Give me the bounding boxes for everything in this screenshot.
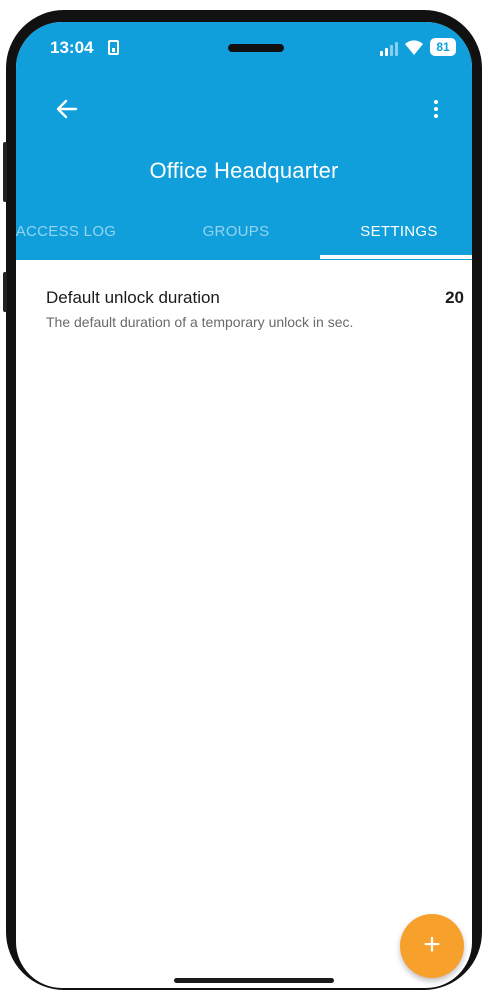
more-vertical-icon[interactable] [430, 96, 442, 122]
app-bar: 13:04 81 Office Headquarter ACCESS LOG G… [16, 22, 472, 260]
status-bar: 13:04 81 [16, 36, 472, 60]
add-button[interactable]: + [400, 914, 464, 978]
plus-icon: + [423, 928, 441, 961]
tab-access-log[interactable]: ACCESS LOG [16, 212, 126, 260]
tab-bar: ACCESS LOG GROUPS SETTINGS [16, 212, 472, 260]
wifi-icon [405, 40, 423, 55]
arrow-left-icon[interactable] [54, 96, 80, 122]
tab-groups[interactable]: GROUPS [176, 212, 296, 260]
camera-notch [228, 44, 284, 52]
status-time: 13:04 [50, 38, 94, 57]
setting-default-unlock-duration[interactable]: Default unlock duration The default dura… [16, 274, 472, 342]
setting-value[interactable]: 20 [445, 288, 464, 308]
setting-description: The default duration of a temporary unlo… [46, 314, 354, 330]
sim-card-icon [108, 40, 119, 55]
battery-icon: 81 [430, 38, 456, 56]
side-button [3, 272, 7, 312]
home-indicator [174, 978, 334, 983]
tab-settings[interactable]: SETTINGS [334, 212, 464, 260]
screen: 13:04 81 Office Headquarter ACCESS LOG G… [16, 22, 472, 988]
side-button [3, 142, 7, 202]
signal-icon [380, 42, 400, 56]
setting-title: Default unlock duration [46, 288, 220, 307]
page-title: Office Headquarter [149, 158, 339, 183]
tab-indicator [320, 255, 472, 259]
